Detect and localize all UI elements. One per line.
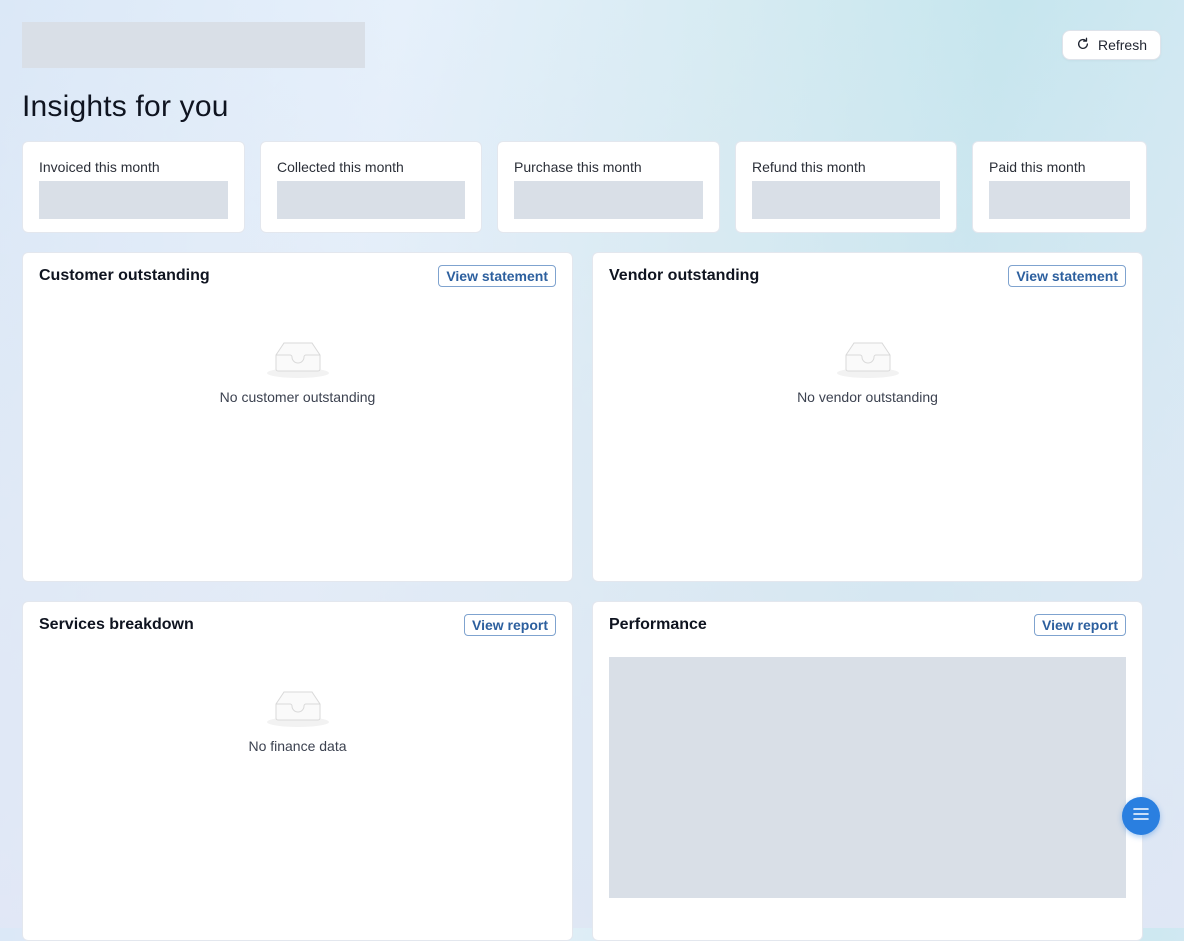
- stat-label: Refund this month: [752, 159, 866, 175]
- empty-state: No vendor outstanding: [593, 337, 1142, 405]
- stat-card-purchase: Purchase this month: [497, 141, 720, 233]
- panel-title: Performance: [609, 616, 707, 633]
- panel-title: Vendor outstanding: [609, 267, 760, 284]
- header-placeholder: [22, 22, 365, 68]
- stat-label: Invoiced this month: [39, 159, 160, 175]
- empty-message: No customer outstanding: [219, 389, 376, 405]
- view-statement-button[interactable]: View statement: [438, 265, 556, 287]
- refresh-label: Refresh: [1097, 37, 1148, 53]
- empty-inbox-icon: [23, 337, 572, 379]
- empty-inbox-icon: [23, 686, 572, 728]
- view-report-button[interactable]: View report: [464, 614, 556, 636]
- empty-state: No customer outstanding: [23, 337, 572, 405]
- stat-value-placeholder: [752, 181, 940, 219]
- stat-card-collected: Collected this month: [260, 141, 482, 233]
- panel-title: Services breakdown: [39, 616, 194, 633]
- refresh-button[interactable]: Refresh: [1062, 30, 1161, 60]
- stat-value-placeholder: [277, 181, 465, 219]
- performance-chart-placeholder: [609, 657, 1126, 898]
- stat-value-placeholder: [989, 181, 1130, 219]
- empty-message: No vendor outstanding: [797, 389, 938, 405]
- view-report-button[interactable]: View report: [1034, 614, 1126, 636]
- stat-card-invoiced: Invoiced this month: [22, 141, 245, 233]
- stat-value-placeholder: [514, 181, 703, 219]
- stat-value-placeholder: [39, 181, 228, 219]
- refresh-icon: [1076, 37, 1090, 54]
- panel-title: Customer outstanding: [39, 267, 210, 284]
- floating-menu-button[interactable]: [1122, 797, 1160, 835]
- menu-icon: [1132, 805, 1150, 828]
- empty-state: No finance data: [23, 686, 572, 754]
- vendor-outstanding-panel: Vendor outstanding View statement No ven…: [592, 252, 1143, 582]
- stat-label: Collected this month: [277, 159, 404, 175]
- customer-outstanding-panel: Customer outstanding View statement No c…: [22, 252, 573, 582]
- view-statement-button[interactable]: View statement: [1008, 265, 1126, 287]
- stat-label: Paid this month: [989, 159, 1086, 175]
- stat-card-paid: Paid this month: [972, 141, 1147, 233]
- empty-message: No finance data: [248, 738, 347, 754]
- stat-label: Purchase this month: [514, 159, 642, 175]
- stat-card-refund: Refund this month: [735, 141, 957, 233]
- performance-panel: Performance View report: [592, 601, 1143, 941]
- services-breakdown-panel: Services breakdown View report No financ…: [22, 601, 573, 941]
- page-title: Insights for you: [22, 90, 229, 123]
- empty-inbox-icon: [593, 337, 1142, 379]
